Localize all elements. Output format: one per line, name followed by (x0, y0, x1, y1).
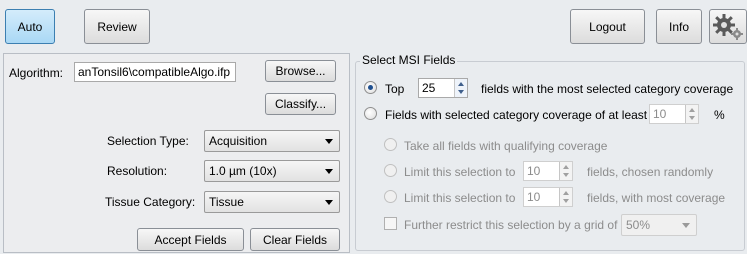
selection-type-label: Selection Type: (107, 134, 189, 148)
down-arrow-icon[interactable] (689, 116, 695, 120)
review-label: Review (97, 19, 137, 34)
stepper-buttons[interactable] (559, 162, 572, 180)
grid-checkbox[interactable] (384, 217, 397, 230)
coverage-radio[interactable] (364, 107, 377, 120)
browse-label: Browse... (275, 64, 326, 78)
clear-fields-button[interactable]: Clear Fields (250, 228, 340, 251)
resolution-value: 1.0 µm (10x) (209, 164, 277, 178)
top-count-value: 25 (422, 81, 436, 95)
grid-value: 50% (626, 218, 651, 232)
stepper-buttons[interactable] (559, 188, 572, 206)
limit-random-label: Limit this selection to (404, 165, 516, 179)
grid-label: Further restrict this selection by a gri… (404, 218, 618, 232)
take-all-radio[interactable] (384, 138, 397, 151)
info-button[interactable]: Info (656, 9, 702, 44)
limit-random-suffix: fields, chosen randomly (587, 165, 714, 179)
selection-type-select[interactable]: Acquisition (204, 130, 340, 152)
resolution-select[interactable]: 1.0 µm (10x) (204, 160, 340, 182)
limit-random-radio[interactable] (384, 164, 397, 177)
top-label: Top (385, 82, 405, 96)
selection-type-value: Acquisition (209, 134, 268, 148)
review-button[interactable]: Review (84, 9, 150, 44)
gear-icon (713, 13, 743, 40)
limit-coverage-suffix: fields, with most coverage (587, 191, 726, 205)
auto-button[interactable]: Auto (5, 9, 55, 44)
accept-fields-button[interactable]: Accept Fields (137, 228, 244, 251)
down-arrow-icon[interactable] (563, 199, 569, 203)
coverage-unit: % (714, 108, 725, 122)
up-arrow-icon[interactable] (458, 82, 464, 86)
limit-random-stepper[interactable]: 10 (523, 161, 573, 181)
info-label: Info (668, 19, 689, 34)
limit-coverage-value: 10 (527, 190, 541, 204)
stepper-buttons[interactable] (454, 79, 467, 97)
limit-coverage-radio[interactable] (384, 190, 397, 203)
resolution-label: Resolution: (107, 164, 168, 178)
chevron-down-icon (325, 169, 333, 174)
stepper-buttons[interactable] (685, 105, 698, 123)
classify-label: Classify... (274, 97, 327, 111)
settings-button[interactable] (709, 9, 747, 44)
chevron-down-icon (325, 200, 333, 205)
browse-button[interactable]: Browse... (265, 60, 336, 82)
limit-coverage-label: Limit this selection to (404, 191, 516, 205)
coverage-stepper[interactable]: 10 (649, 104, 699, 124)
coverage-value: 10 (653, 107, 667, 121)
limit-coverage-stepper[interactable]: 10 (523, 187, 573, 207)
chevron-down-icon (682, 223, 690, 228)
take-all-label: Take all fields with qualifying coverage (404, 139, 608, 153)
down-arrow-icon[interactable] (458, 90, 464, 94)
top-count-stepper[interactable]: 25 (418, 78, 468, 98)
tissue-category-value: Tissue (209, 195, 244, 209)
logout-button[interactable]: Logout (570, 9, 645, 44)
limit-random-value: 10 (527, 164, 541, 178)
top-suffix: fields with the most selected category c… (481, 82, 734, 96)
auto-label: Auto (17, 19, 43, 34)
classify-button[interactable]: Classify... (265, 93, 336, 115)
down-arrow-icon[interactable] (563, 173, 569, 177)
accept-fields-label: Accept Fields (154, 232, 227, 247)
coverage-label: Fields with selected category coverage o… (385, 108, 648, 122)
up-arrow-icon[interactable] (689, 108, 695, 112)
algorithm-panel (3, 53, 350, 253)
tissue-category-select[interactable]: Tissue (204, 191, 340, 213)
top-radio[interactable] (364, 81, 377, 94)
clear-fields-label: Clear Fields (262, 232, 328, 247)
up-arrow-icon[interactable] (563, 191, 569, 195)
up-arrow-icon[interactable] (563, 165, 569, 169)
algorithm-label: Algorithm: (9, 66, 64, 80)
grid-select[interactable]: 50% (621, 214, 697, 236)
group-title: Select MSI Fields (360, 53, 458, 67)
logout-label: Logout (589, 19, 626, 34)
tissue-category-label: Tissue Category: (105, 195, 196, 209)
chevron-down-icon (325, 139, 333, 144)
algorithm-field[interactable]: anTonsil6\compatibleAlgo.ifp (74, 62, 236, 82)
